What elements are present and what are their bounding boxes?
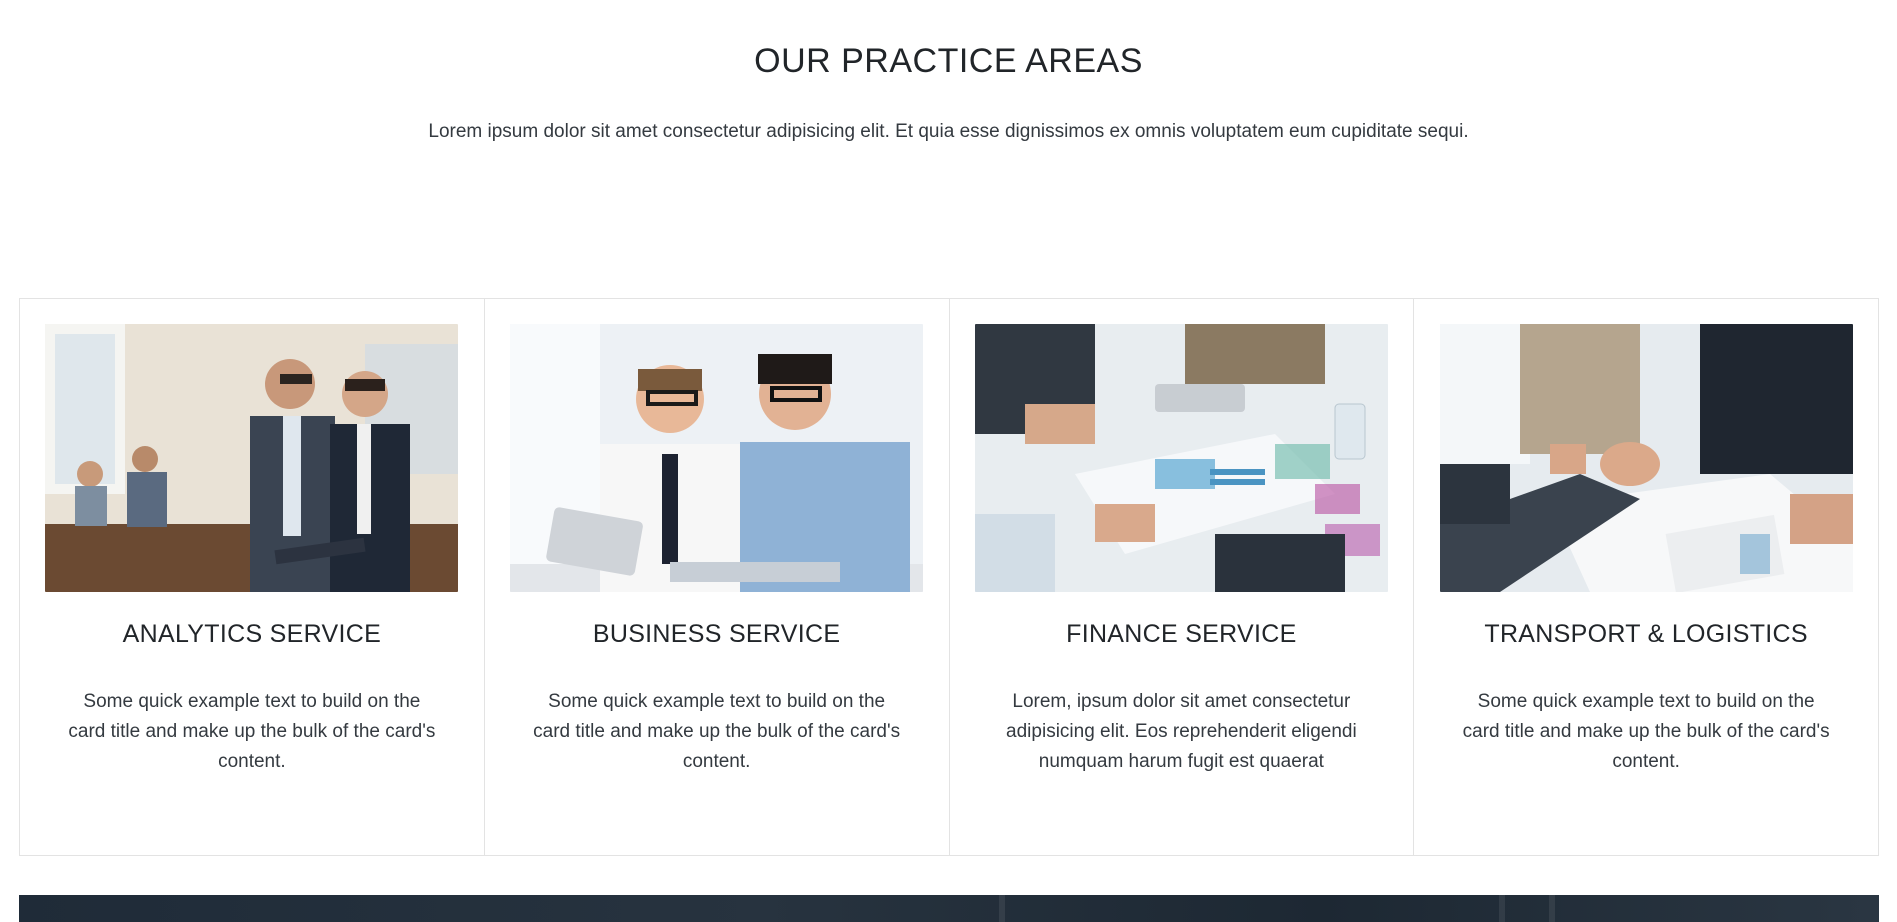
card-business-service: BUSINESS SERVICE Some quick example text… <box>485 299 950 855</box>
card-title: ANALYTICS SERVICE <box>122 620 382 648</box>
card-title: BUSINESS SERVICE <box>592 620 841 648</box>
section-header: OUR PRACTICE AREAS Lorem ipsum dolor sit… <box>0 0 1897 143</box>
practice-areas-section: OUR PRACTICE AREAS Lorem ipsum dolor sit… <box>0 0 1897 922</box>
card-text: Lorem, ipsum dolor sit amet consectetur … <box>1006 691 1357 772</box>
card-finance-service: FINANCE SERVICE Lorem, ipsum dolor sit a… <box>950 299 1415 855</box>
banner-stripe <box>1499 895 1505 922</box>
card-transport-logistics: TRANSPORT & LOGISTICS Some quick example… <box>1414 299 1878 855</box>
card-text: Some quick example text to build on the … <box>68 691 436 772</box>
banner-stripe <box>1549 895 1555 922</box>
card-text: Some quick example text to build on the … <box>1462 691 1830 772</box>
analytics-service-image <box>45 324 459 592</box>
section-title: OUR PRACTICE AREAS <box>754 42 1143 80</box>
cards-row: ANALYTICS SERVICE Some quick example tex… <box>19 298 1879 856</box>
banner-stripe <box>999 895 1005 922</box>
finance-service-image <box>974 324 1388 592</box>
card-text: Some quick example text to build on the … <box>533 691 901 772</box>
next-section-banner <box>19 895 1879 922</box>
card-analytics-service: ANALYTICS SERVICE Some quick example tex… <box>20 299 485 855</box>
section-subtitle: Lorem ipsum dolor sit amet consectetur a… <box>428 121 1469 142</box>
card-title: TRANSPORT & LOGISTICS <box>1484 620 1808 648</box>
transport-logistics-image <box>1439 324 1853 592</box>
business-service-image <box>510 324 924 592</box>
card-title: FINANCE SERVICE <box>1066 620 1297 648</box>
